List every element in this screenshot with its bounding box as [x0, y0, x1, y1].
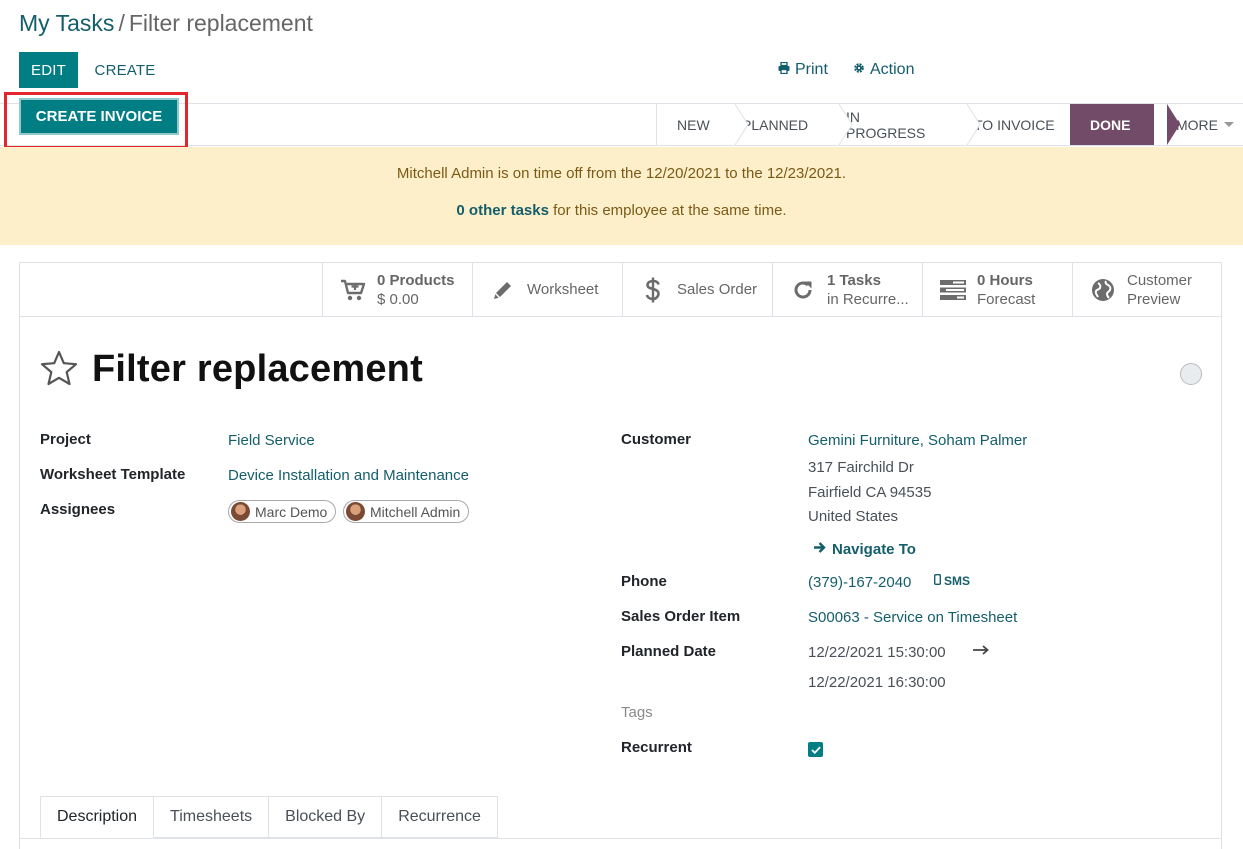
star-icon[interactable]	[40, 350, 78, 390]
check-icon	[810, 746, 821, 754]
stage-label: TO INVOICE	[974, 116, 1055, 133]
refresh-icon	[789, 278, 817, 302]
customer-sub: Preview	[1127, 290, 1181, 308]
assignees-label: Assignees	[40, 501, 116, 518]
title-row: Filter replacement	[40, 348, 423, 391]
breadcrumb-current: Filter replacement	[128, 10, 313, 36]
dollar-icon	[639, 276, 667, 304]
stage-label: DONE	[1090, 116, 1131, 133]
statusbar: CREATE INVOICE NEW PLANNED IN PROGRESS T…	[0, 92, 1243, 149]
print-button[interactable]: Print	[778, 61, 828, 79]
address-line2: Fairfield CA 94535	[808, 484, 932, 501]
avatar	[231, 502, 250, 521]
create-invoice-button[interactable]: CREATE INVOICE	[19, 98, 179, 135]
products-count: 0 Products	[377, 271, 455, 289]
sales-order-label: Sales Order	[677, 281, 758, 298]
breadcrumb-my-tasks[interactable]: My Tasks	[19, 10, 114, 36]
time-off-alert: Mitchell Admin is on time off from the 1…	[0, 147, 1243, 245]
hours-sub: Forecast	[977, 290, 1036, 308]
smart-buttons: 0 Products $ 0.00 Worksheet Sales Order 1…	[20, 263, 1221, 317]
arrow-right-icon	[813, 541, 827, 558]
navigate-to-button[interactable]: Navigate To	[813, 541, 916, 558]
navigate-to-label: Navigate To	[832, 541, 916, 558]
worksheet-label: Worksheet	[527, 281, 599, 298]
alert-message: Mitchell Admin is on time off from the 1…	[396, 165, 847, 182]
recurrent-tasks-button[interactable]: 1 Tasks in Recurre...	[772, 263, 922, 316]
products-button[interactable]: 0 Products $ 0.00	[322, 263, 472, 316]
action-label: Action	[870, 61, 915, 78]
address-line3: United States	[808, 508, 899, 525]
phone-label: Phone	[621, 573, 667, 590]
action-button[interactable]: Action	[853, 61, 914, 79]
alert-tasks-line: 0 other tasks for this employee at the s…	[0, 202, 1243, 219]
address-line1: 317 Fairchild Dr	[808, 459, 914, 476]
sales-order-item-label: Sales Order Item	[621, 608, 741, 625]
planned-date-end: 12/22/2021 16:30:00	[808, 674, 946, 691]
sales-order-item-value[interactable]: S00063 - Service on Timesheet	[808, 609, 1017, 626]
tab-description[interactable]: Description	[40, 796, 155, 838]
worksheet-template-value[interactable]: Device Installation and Maintenance	[228, 467, 469, 484]
gear-icon	[853, 61, 865, 79]
pencil-icon	[489, 278, 517, 302]
stage-pipeline: NEW PLANNED IN PROGRESS TO INVOICE DONE …	[656, 104, 1243, 145]
print-label: Print	[795, 61, 828, 78]
planned-date-start: 12/22/2021 15:30:00	[808, 644, 946, 661]
sales-order-button[interactable]: Sales Order	[622, 263, 772, 316]
customer-label: Customer	[1127, 271, 1193, 289]
products-amount: $ 0.00	[377, 290, 419, 308]
task-title: Filter replacement	[92, 348, 423, 390]
hours-count: 0 Hours	[977, 271, 1033, 289]
assignee-tag[interactable]: Mitchell Admin	[343, 500, 470, 523]
highlight-frame: CREATE INVOICE	[4, 92, 188, 149]
tab-recurrence[interactable]: Recurrence	[382, 796, 498, 838]
stage-label: NEW	[677, 116, 710, 133]
stage-label: IN PROGRESS	[846, 108, 926, 141]
tab-blocked-by[interactable]: Blocked By	[269, 796, 383, 838]
project-label: Project	[40, 431, 91, 448]
stage-done[interactable]: DONE	[1070, 104, 1180, 145]
stage-new[interactable]: NEW	[656, 104, 749, 145]
globe-icon	[1089, 278, 1117, 302]
breadcrumb-separator: /	[118, 10, 125, 36]
print-icon	[778, 61, 790, 79]
form-sheet: 0 Products $ 0.00 Worksheet Sales Order 1…	[19, 262, 1222, 849]
caret-down-icon	[1224, 122, 1234, 127]
tasks-icon	[939, 279, 967, 301]
forecast-hours-button[interactable]: 0 Hours Forecast	[922, 263, 1072, 316]
worksheet-template-label: Worksheet Template	[40, 466, 186, 483]
notebook-tabs: Description Timesheets Blocked By Recurr…	[40, 796, 498, 838]
phone-value[interactable]: (379)-167-2040	[808, 574, 911, 591]
planned-date-label: Planned Date	[621, 643, 717, 660]
assignee-name: Marc Demo	[255, 503, 328, 520]
recurrent-label: Recurrent	[621, 739, 692, 756]
mobile-icon	[933, 573, 941, 588]
tabs-divider	[20, 838, 1221, 839]
cart-plus-icon	[339, 278, 367, 302]
kanban-state-indicator[interactable]	[1180, 363, 1202, 385]
tags-label: Tags	[621, 704, 653, 721]
assignee-tag[interactable]: Marc Demo	[228, 500, 337, 523]
worksheet-button[interactable]: Worksheet	[472, 263, 622, 316]
alert-tasks-text: for this employee at the same time.	[548, 202, 787, 219]
customer-name[interactable]: Gemini Furniture, Soham Palmer	[808, 432, 1027, 449]
customer-label: Customer	[621, 431, 692, 448]
breadcrumb: My Tasks / Filter replacement	[19, 10, 313, 37]
stage-label: PLANNED	[742, 116, 809, 133]
tasks-sub: in Recurre...	[827, 290, 909, 308]
assignee-name: Mitchell Admin	[370, 503, 461, 520]
tasks-count: 1 Tasks	[827, 271, 881, 289]
other-tasks-link[interactable]: 0 other tasks	[456, 202, 549, 219]
project-value[interactable]: Field Service	[228, 432, 315, 449]
create-button[interactable]: CREATE	[82, 52, 168, 88]
recurrent-checkbox[interactable]	[808, 742, 823, 757]
tab-timesheets[interactable]: Timesheets	[154, 796, 270, 838]
avatar	[346, 502, 365, 521]
edit-button[interactable]: EDIT	[19, 52, 78, 88]
long-arrow-right-icon	[972, 643, 990, 660]
sms-button[interactable]: SMS	[933, 573, 971, 588]
stage-more-label: MORE	[1176, 116, 1218, 133]
sms-label: SMS	[944, 574, 971, 588]
customer-preview-button[interactable]: Customer Preview	[1072, 263, 1222, 316]
